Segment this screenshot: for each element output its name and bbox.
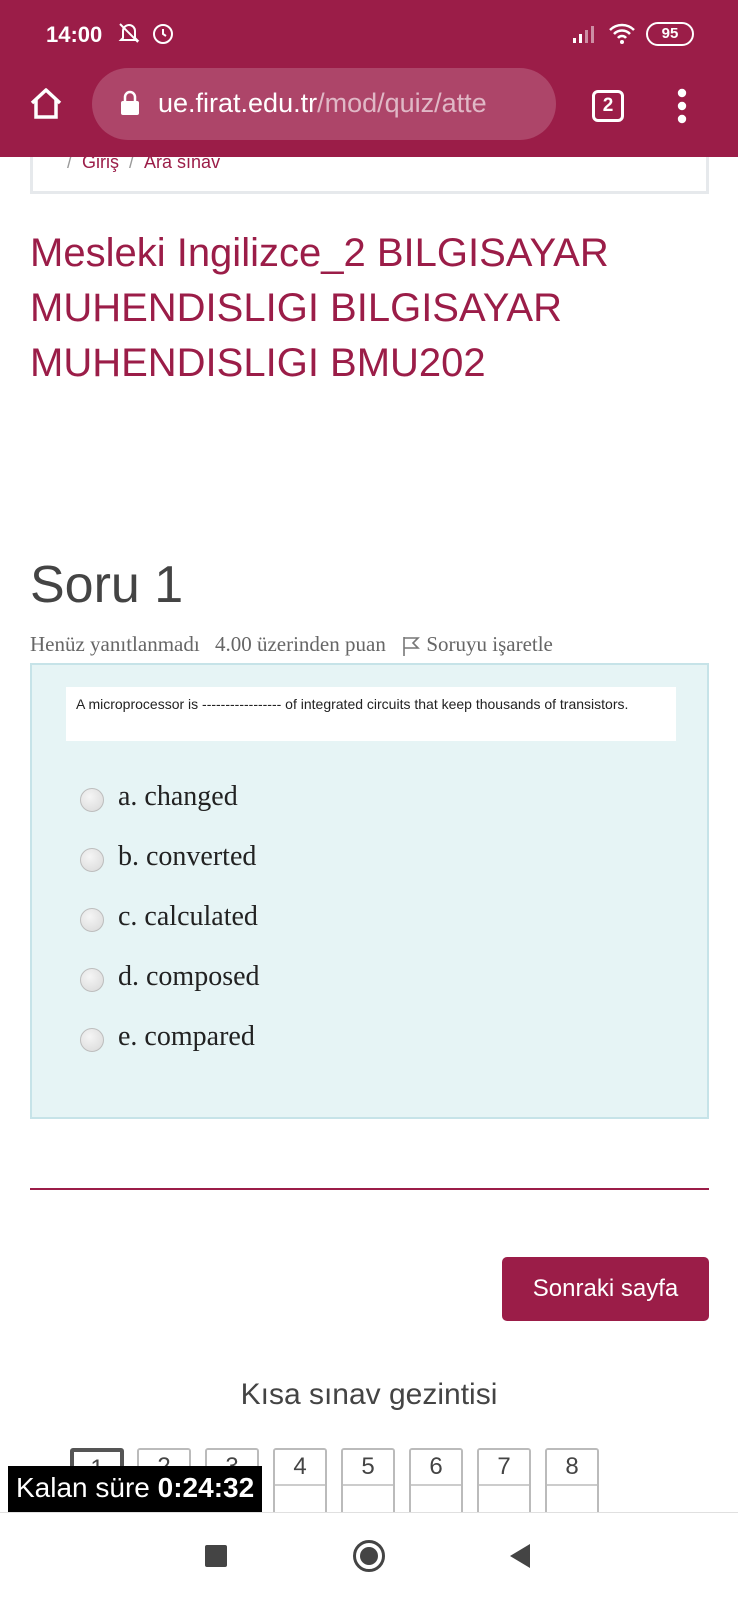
answer-label[interactable]: d. composed	[118, 961, 260, 993]
url-text: ue.firat.edu.tr/mod/quiz/atte	[158, 88, 487, 119]
next-page-button[interactable]: Sonraki sayfa	[502, 1257, 709, 1321]
signal-icon	[573, 26, 594, 43]
flag-icon	[403, 637, 421, 657]
tab-switcher-button[interactable]: 2	[592, 90, 624, 122]
question-text: A microprocessor is ----------------- of…	[66, 687, 676, 741]
tab-count: 2	[602, 95, 614, 116]
quiz-nav-button-7[interactable]: 7	[477, 1448, 531, 1518]
flag-question-label: Soruyu işaretle	[426, 632, 553, 656]
wifi-icon	[609, 23, 635, 44]
quiz-nav-number: 6	[411, 1450, 461, 1486]
quiz-nav-button-8[interactable]: 8	[545, 1448, 599, 1518]
answer-label[interactable]: c. calculated	[118, 901, 258, 933]
answer-label[interactable]: b. converted	[118, 841, 256, 873]
home-icon[interactable]	[28, 86, 64, 120]
page-title: Mesleki Ingilizce_2 BILGISAYAR MUHENDISL…	[30, 231, 609, 385]
battery-icon: 95	[646, 22, 694, 46]
radio-button[interactable]	[80, 788, 104, 812]
recent-apps-icon[interactable]	[205, 1545, 227, 1567]
question-content: A microprocessor is ----------------- of…	[30, 663, 709, 1119]
browser-top-bar: 14:00 95 ue.firat.edu.tr/mod/quiz/atte 2	[0, 0, 738, 157]
more-vert-icon[interactable]	[676, 88, 688, 124]
radio-button[interactable]	[80, 848, 104, 872]
address-bar[interactable]: ue.firat.edu.tr/mod/quiz/atte	[92, 68, 556, 140]
battery-level: 95	[661, 25, 679, 42]
time-remaining: Kalan süre 0:24:32	[8, 1466, 263, 1514]
url-host: ue.firat.edu.tr	[158, 88, 318, 118]
question-status: Henüz yanıtlanmadı	[30, 632, 200, 656]
quiz-nav-number: 5	[343, 1450, 393, 1486]
url-path: /mod/quiz/atte	[317, 88, 487, 118]
radio-button[interactable]	[80, 1028, 104, 1052]
quiz-nav-button-4[interactable]: 4	[273, 1448, 327, 1518]
system-navigation-bar	[0, 1512, 738, 1600]
quiz-nav-button-6[interactable]: 6	[409, 1448, 463, 1518]
timer-label: Kalan süre	[16, 1472, 150, 1503]
question-points: 4.00 üzerinden puan	[214, 632, 386, 656]
timer-value: 0:24:32	[157, 1472, 255, 1503]
quiz-nav-number: 4	[275, 1450, 325, 1486]
radio-button[interactable]	[80, 968, 104, 992]
status-time: 14:00	[46, 22, 103, 47]
lock-icon	[121, 90, 139, 115]
quiz-nav-button-5[interactable]: 5	[341, 1448, 395, 1518]
home-button-icon[interactable]	[352, 1539, 386, 1573]
question-number: Soru 1	[30, 556, 184, 614]
quiz-nav-number: 8	[547, 1450, 597, 1486]
answer-label[interactable]: a. changed	[118, 781, 238, 813]
question-info: Henüz yanıtlanmadı 4.00 üzerinden puan S…	[30, 632, 573, 657]
section-divider	[30, 1188, 709, 1190]
radio-button[interactable]	[80, 908, 104, 932]
quiz-navigation-title: Kısa sınav gezintisi	[240, 1378, 498, 1411]
back-icon[interactable]	[508, 1543, 532, 1569]
flag-question-link[interactable]: Soruyu işaretle	[401, 632, 563, 657]
quiz-nav-number: 7	[479, 1450, 529, 1486]
answer-label[interactable]: e. compared	[118, 1021, 255, 1053]
mute-icon	[118, 23, 140, 43]
alarm-icon	[153, 24, 173, 44]
